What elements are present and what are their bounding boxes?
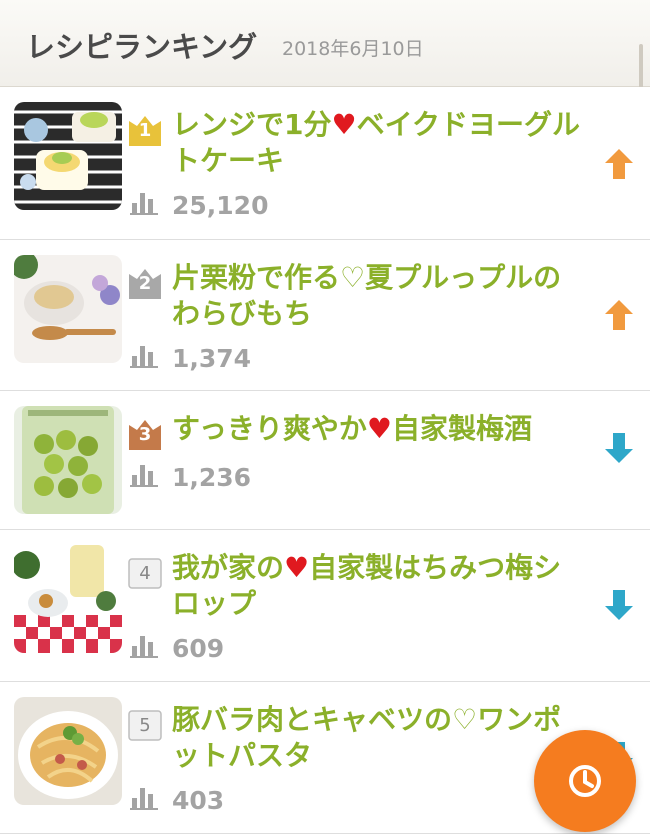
rank-number: 5 (139, 715, 151, 736)
recipe-thumbnail[interactable] (14, 255, 122, 363)
app-header: レシピランキング 2018年6月10日 (0, 0, 650, 87)
recipe-thumbnail[interactable] (14, 102, 122, 210)
recipe-thumbnail[interactable] (14, 406, 122, 514)
view-count: 1,374 (172, 344, 252, 373)
recipe-title[interactable]: 片栗粉で作る♡夏プルっプルの わらびもち (172, 260, 602, 332)
arrow-up-icon (605, 149, 633, 179)
recipe-title[interactable]: レンジで1分♥ベイクドヨーグル トケーキ (172, 107, 602, 179)
heart-icon: ♥ (284, 551, 310, 584)
clock-icon (569, 765, 601, 797)
ranking-date: 2018年6月10日 (282, 38, 424, 60)
view-count: 25,120 (172, 191, 269, 220)
recipe-title[interactable]: 我が家の♥自家製はちみつ梅シ ロップ (172, 550, 602, 622)
recipe-thumbnail[interactable] (14, 697, 122, 805)
bar-chart-icon (130, 346, 158, 368)
arrow-up-icon (605, 300, 633, 330)
arrow-down-icon (605, 590, 633, 620)
arrow-down-icon (605, 433, 633, 463)
history-fab-button[interactable] (534, 730, 636, 832)
recipe-title[interactable]: すっきり爽やか♥自家製梅酒 (172, 411, 602, 447)
view-count: 1,236 (172, 463, 252, 492)
heart-icon: ♥ (366, 412, 392, 445)
bar-chart-icon (130, 465, 158, 487)
recipe-row-3[interactable]: 3 すっきり爽やか♥自家製梅酒 1,236 (0, 391, 650, 530)
rank-badge-silver: 2 (128, 266, 162, 300)
page-title: レシピランキング (26, 30, 258, 64)
recipe-thumbnail[interactable] (14, 545, 122, 653)
view-count: 609 (172, 634, 225, 663)
rank-number: 4 (139, 563, 151, 584)
rank-badge-bronze: 3 (128, 417, 162, 451)
recipe-row-1[interactable]: 1 レンジで1分♥ベイクドヨーグル トケーキ 25,120 (0, 87, 650, 240)
bar-chart-icon (130, 636, 158, 658)
rank-badge-gold: 1 (128, 113, 162, 147)
recipe-row-2[interactable]: 2 片栗粉で作る♡夏プルっプルの わらびもち 1,374 (0, 240, 650, 391)
rank-badge-plain: 5 (128, 708, 162, 742)
view-count: 403 (172, 786, 225, 815)
rank-badge-plain: 4 (128, 556, 162, 590)
rank-number: 2 (138, 273, 152, 294)
bar-chart-icon (130, 788, 158, 810)
rank-number: 1 (138, 120, 152, 141)
bar-chart-icon (130, 193, 158, 215)
recipe-row-4[interactable]: 4 我が家の♥自家製はちみつ梅シ ロップ 609 (0, 530, 650, 682)
heart-icon: ♥ (331, 108, 357, 141)
rank-number: 3 (138, 424, 152, 445)
